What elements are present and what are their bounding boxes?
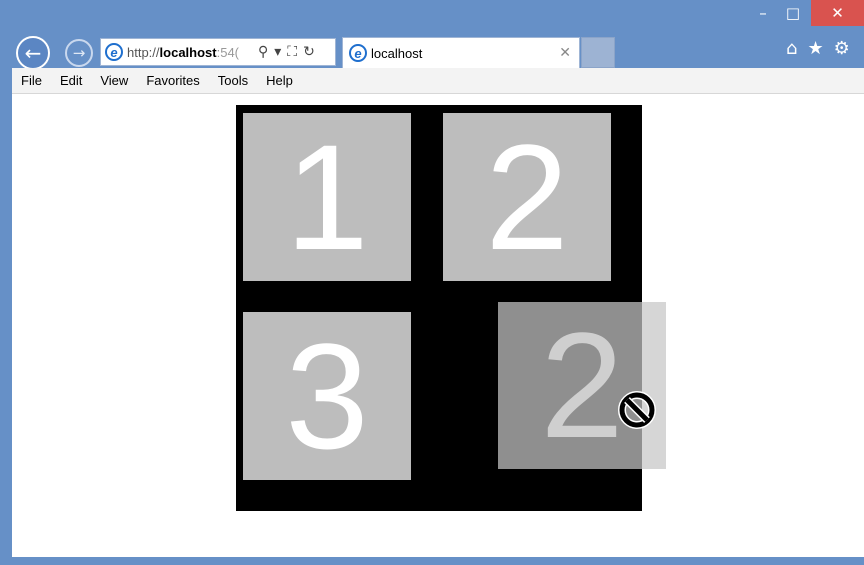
browser-toolbar-icons: ⌂ ★ ⚙ bbox=[786, 38, 850, 59]
puzzle-tile-2[interactable]: 2 bbox=[443, 113, 611, 281]
url-host: localhost bbox=[159, 44, 217, 60]
title-bar: – □ ✕ bbox=[0, 0, 864, 38]
compatibility-view-icon[interactable]: ⛶ bbox=[287, 44, 297, 60]
url-port: :54( bbox=[216, 44, 240, 60]
minimize-button[interactable]: – bbox=[748, 0, 778, 26]
tab-localhost[interactable]: e localhost ✕ bbox=[342, 37, 580, 68]
puzzle-tile-1[interactable]: 1 bbox=[243, 113, 411, 281]
menu-bar: File Edit View Favorites Tools Help bbox=[12, 68, 864, 94]
bottom-frame bbox=[0, 557, 864, 565]
tab-title: localhost bbox=[371, 45, 423, 61]
chevron-down-icon[interactable]: ▾ bbox=[274, 44, 281, 60]
ghost-tile-number: 2 bbox=[540, 302, 624, 469]
dragged-tile-ghost[interactable]: 2 bbox=[498, 302, 666, 469]
url-text[interactable]: http://localhost:54( bbox=[127, 45, 252, 60]
search-icon[interactable]: ⚲ bbox=[258, 44, 268, 60]
maximize-button[interactable]: □ bbox=[778, 0, 808, 26]
ie-logo-icon: e bbox=[349, 44, 367, 62]
menu-favorites[interactable]: Favorites bbox=[137, 68, 208, 94]
star-icon[interactable]: ★ bbox=[807, 38, 823, 59]
menu-tools[interactable]: Tools bbox=[209, 68, 257, 94]
home-icon[interactable]: ⌂ bbox=[786, 38, 797, 59]
refresh-icon[interactable]: ↻ bbox=[303, 44, 315, 60]
close-tab-icon[interactable]: ✕ bbox=[559, 45, 571, 61]
menu-help[interactable]: Help bbox=[257, 68, 302, 94]
no-drop-cursor-icon bbox=[618, 391, 656, 429]
menu-file[interactable]: File bbox=[12, 68, 51, 94]
menu-view[interactable]: View bbox=[91, 68, 137, 94]
address-bar[interactable]: e http://localhost:54( ⚲ ▾ ⛶ ↻ bbox=[100, 38, 336, 66]
back-arrow-icon: ← bbox=[24, 41, 42, 65]
forward-button[interactable]: → bbox=[65, 39, 93, 67]
url-protocol: http:// bbox=[127, 44, 160, 60]
gear-icon[interactable]: ⚙ bbox=[834, 38, 850, 59]
close-window-button[interactable]: ✕ bbox=[811, 0, 864, 26]
menu-edit[interactable]: Edit bbox=[51, 68, 91, 94]
puzzle-tile-3[interactable]: 3 bbox=[243, 312, 411, 480]
back-button[interactable]: ← bbox=[16, 36, 50, 70]
new-tab-button[interactable] bbox=[581, 37, 615, 68]
ie-logo-icon: e bbox=[105, 43, 123, 61]
forward-arrow-icon: → bbox=[72, 44, 86, 62]
